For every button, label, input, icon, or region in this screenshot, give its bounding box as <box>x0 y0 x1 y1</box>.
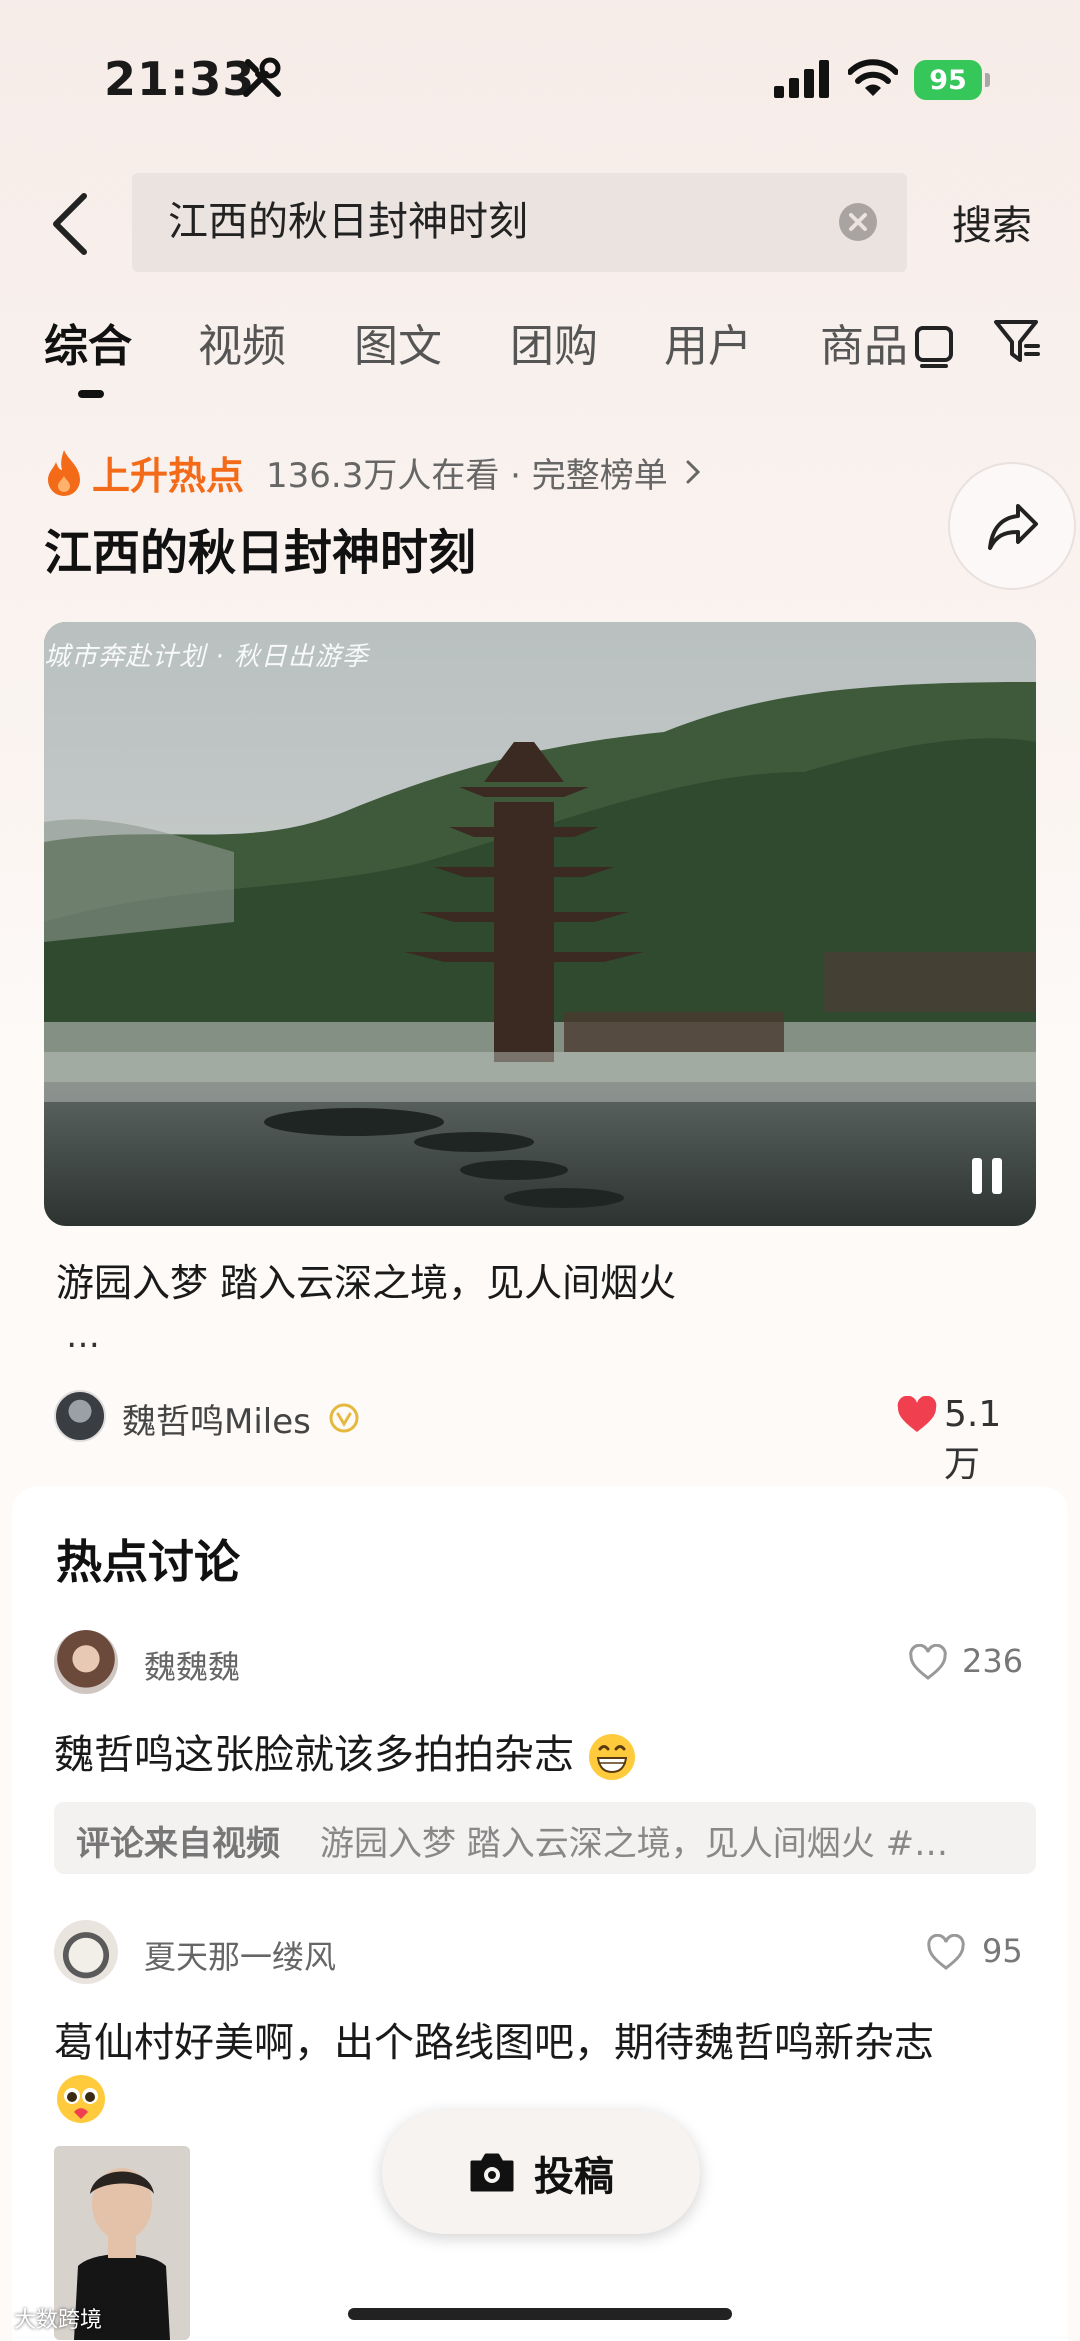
comment-username[interactable]: 魏魏魏 <box>144 1642 240 1688</box>
heart-outline-icon[interactable] <box>926 1934 966 1972</box>
pleading-emoji-icon <box>57 2075 105 2123</box>
comment-like-count: 95 <box>982 1932 1023 1970</box>
comment-body: 魏哲鸣这张脸就该多拍拍杂志 <box>54 1732 574 1778</box>
comment-source[interactable]: 评论来自视频 游园入梦 踏入云深之境，见人间烟火 #… <box>54 1802 1036 1874</box>
search-input[interactable]: 江西的秋日封神时刻 <box>168 173 528 272</box>
tab-comprehensive[interactable]: 综合 <box>44 310 132 374</box>
author-avatar[interactable] <box>54 1390 106 1442</box>
discussion-title: 热点讨论 <box>56 1535 240 1589</box>
post-label: 投稿 <box>534 2154 614 2200</box>
tab-group-buy[interactable]: 团购 <box>510 310 598 374</box>
search-box[interactable]: 江西的秋日封神时刻 <box>132 173 907 272</box>
tab-image-text[interactable]: 图文 <box>354 310 442 374</box>
video-frame <box>44 622 1036 1226</box>
battery-level: 95 <box>914 60 982 100</box>
watermark: 大数跨境 <box>14 2308 103 2333</box>
home-indicator[interactable] <box>348 2308 732 2320</box>
source-label: 评论来自视频 <box>76 1824 280 1864</box>
signal-icon <box>774 60 829 98</box>
tab-indicator <box>78 390 104 398</box>
hot-viewers[interactable]: 136.3万人在看 · 完整榜单 <box>266 448 668 497</box>
filter-icon[interactable] <box>992 316 1040 366</box>
comment-avatar[interactable] <box>54 1630 118 1694</box>
share-button[interactable] <box>948 462 1076 590</box>
comment-body: 葛仙村好美啊，出个路线图吧，期待魏哲鸣新杂志 <box>54 2020 934 2066</box>
status-time: 21:33 <box>104 52 256 106</box>
comment-text: 魏哲鸣这张脸就该多拍拍杂志 <box>54 1722 637 1782</box>
tab-video[interactable]: 视频 <box>198 310 286 374</box>
back-icon[interactable] <box>46 190 98 258</box>
heart-filled-icon[interactable] <box>896 1396 938 1434</box>
hot-topic-title: 江西的秋日封神时刻 <box>44 525 477 581</box>
shopping-bag-icon[interactable] <box>914 318 954 368</box>
like-count: 5.1万 <box>944 1394 1002 1485</box>
caption-ellipsis: … <box>66 1316 100 1356</box>
grin-emoji-icon <box>588 1734 635 1780</box>
comment-like-count: 236 <box>962 1642 1024 1680</box>
pause-icon[interactable] <box>968 1156 1006 1196</box>
search-button[interactable]: 搜索 <box>952 193 1032 251</box>
hot-badge: 上升热点 <box>92 453 245 498</box>
author-row: 魏哲鸣Miles 5.1万 <box>54 1390 1026 1485</box>
author-name[interactable]: 魏哲鸣Miles <box>122 1394 311 1443</box>
comment-username[interactable]: 夏天那一缕风 <box>144 1932 336 1978</box>
camera-icon <box>470 2153 514 2192</box>
source-text: 游园入梦 踏入云深之境，见人间烟火 #… <box>320 1824 949 1864</box>
tab-users[interactable]: 用户 <box>664 310 752 374</box>
battery-icon: 95 <box>914 60 990 100</box>
heart-outline-icon[interactable] <box>908 1644 948 1682</box>
tab-products[interactable]: 商品 <box>820 310 908 374</box>
chevron-right-icon <box>686 460 700 484</box>
share-icon <box>988 504 1038 550</box>
video-caption[interactable]: 游园入梦 踏入云深之境，见人间烟火 <box>56 1252 676 1307</box>
video-player[interactable]: 城市奔赴计划 · 秋日出游季 <box>44 622 1036 1226</box>
video-watermark: 城市奔赴计划 · 秋日出游季 <box>44 642 369 672</box>
wifi-icon <box>848 59 898 96</box>
status-bar: 21:33 95 <box>0 0 1080 160</box>
hot-topic-row[interactable]: 上升热点 136.3万人在看 · 完整榜单 <box>44 444 706 500</box>
fire-icon <box>48 450 80 496</box>
tools-icon <box>243 57 281 97</box>
clear-icon[interactable] <box>839 203 877 241</box>
verified-icon <box>329 1403 359 1433</box>
comment-avatar[interactable] <box>54 1920 118 1984</box>
post-button[interactable]: 投稿 <box>382 2110 700 2234</box>
